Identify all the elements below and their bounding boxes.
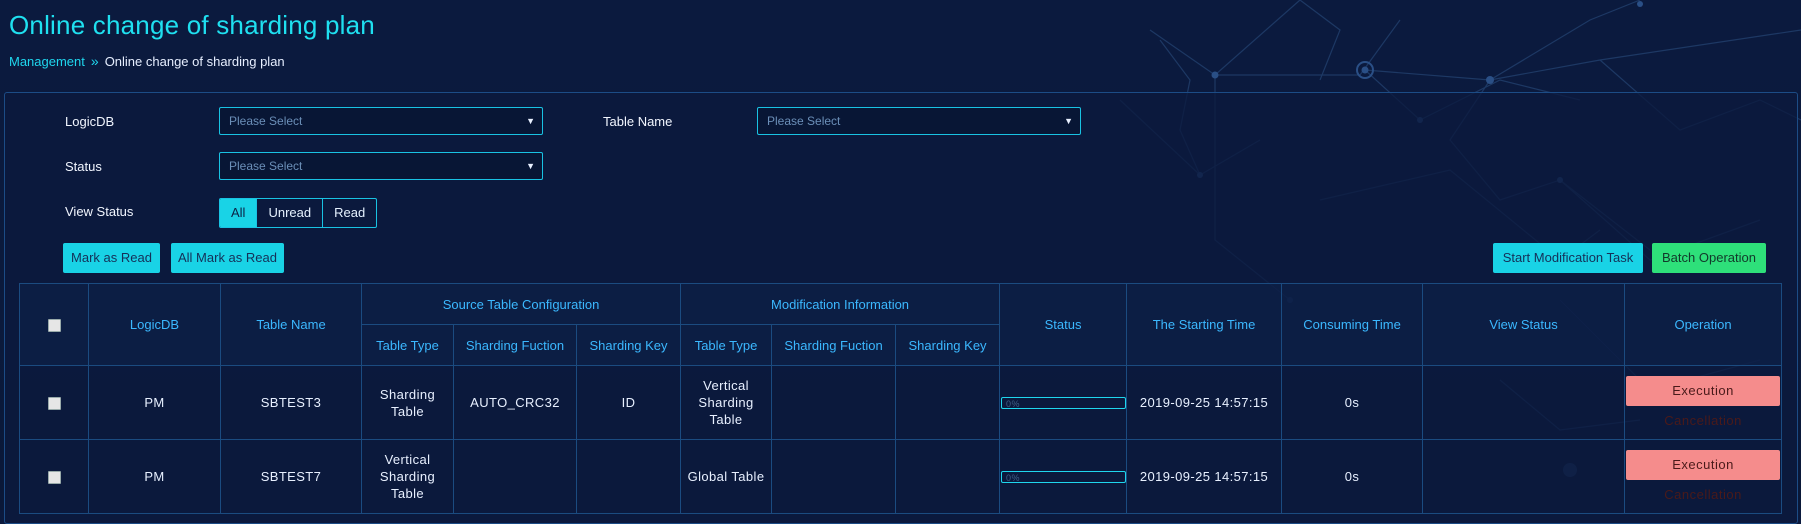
col-table-name: Table Name [220,283,362,366]
col-operation: Operation [1624,283,1782,366]
col-consuming-time: Consuming Time [1281,283,1424,366]
cell-logicdb: PM [88,365,221,440]
cell-view-status [1422,365,1626,440]
table-name-label: Table Name [603,114,673,129]
breadcrumb-management-link[interactable]: Management [9,54,85,69]
status-label: Status [65,159,102,174]
progress-bar: 0% [1001,470,1127,483]
col-src-sharding-fuction: Sharding Fuction [453,324,577,366]
cell-mod-table-type: Global Table [680,439,773,514]
view-status-toggle: All Unread Read [219,198,378,228]
view-status-unread[interactable]: Unread [257,199,324,227]
row-select-cell [19,365,89,440]
status-select-placeholder: Please Select [229,159,303,173]
col-logicdb: LogicDB [88,283,221,366]
view-status-all[interactable]: All [220,199,258,227]
cell-src-sharding-key [575,439,682,514]
cell-mod-sharding-fuction [771,365,897,440]
cell-src-table-type: Vertical Sharding Table [361,439,454,514]
all-mark-as-read-button[interactable]: All Mark as Read [171,243,284,273]
cell-table-name: SBTEST3 [220,365,362,440]
view-status-label: View Status [65,204,134,219]
col-src-sharding-key: Sharding Key [575,324,682,366]
select-all-checkbox[interactable] [47,319,61,333]
mark-as-read-button[interactable]: Mark as Read [63,243,160,273]
chevron-down-icon: ▼ [526,161,535,171]
cell-consuming-time: 0s [1281,439,1424,514]
breadcrumb: Management » Online change of sharding p… [9,53,285,69]
cell-table-name: SBTEST7 [220,439,362,514]
col-starting-time: The Starting Time [1126,283,1283,366]
col-mod-table-type: Table Type [680,324,773,366]
cell-starting-time: 2019-09-25 14:57:15 [1126,439,1283,514]
col-view-status: View Status [1422,283,1626,366]
cell-starting-time: 2019-09-25 14:57:15 [1126,365,1283,440]
select-all-header [19,283,89,366]
row-checkbox[interactable] [47,471,61,485]
row-select-cell [19,439,89,514]
logicdb-select-placeholder: Please Select [229,114,303,128]
row-checkbox[interactable] [47,397,61,411]
view-status-read[interactable]: Read [323,199,376,227]
breadcrumb-current: Online change of sharding plan [104,53,285,69]
col-mod-sharding-key: Sharding Key [895,324,1001,366]
cell-mod-sharding-key [895,439,1001,514]
cell-src-table-type: Sharding Table [361,365,454,440]
page-title: Online change of sharding plan [9,10,375,40]
table-name-select-placeholder: Please Select [767,114,841,128]
cell-mod-table-type: Vertical Sharding Table [680,365,773,440]
sharding-plan-table: LogicDB Table Name Source Table Configur… [19,283,1782,514]
cell-src-sharding-fuction: AUTO_CRC32 [453,365,577,440]
table-row: PM SBTEST3 Sharding Table AUTO_CRC32 ID … [19,365,1782,440]
col-status: Status [999,283,1128,366]
cell-operation: Execution Cancellation [1624,439,1782,514]
cell-view-status [1422,439,1626,514]
chevron-down-icon: ▼ [1064,116,1073,126]
col-group-modification: Modification Information [680,283,1001,325]
cell-operation: Execution Cancellation [1624,365,1782,440]
logicdb-select[interactable]: Please Select ▼ [219,107,543,135]
breadcrumb-separator: » [90,53,99,69]
progress-bar: 0% [1001,396,1127,409]
col-mod-sharding-fuction: Sharding Fuction [771,324,897,366]
cell-mod-sharding-key [895,365,1001,440]
table-row: PM SBTEST7 Vertical Sharding Table Globa… [19,439,1782,514]
status-select[interactable]: Please Select ▼ [219,152,543,180]
table-name-select[interactable]: Please Select ▼ [757,107,1081,135]
progress-text: 0% [1006,472,1020,483]
cell-logicdb: PM [88,439,221,514]
batch-operation-button[interactable]: Batch Operation [1652,243,1766,273]
cell-consuming-time: 0s [1281,365,1424,440]
cell-src-sharding-key: ID [575,365,682,440]
chevron-down-icon: ▼ [526,116,535,126]
col-src-table-type: Table Type [361,324,454,366]
cell-src-sharding-fuction [453,439,577,514]
cell-mod-sharding-fuction [771,439,897,514]
execution-cancellation-button[interactable]: Execution Cancellation [1626,376,1780,428]
logicdb-label: LogicDB [65,114,115,129]
start-modification-task-button[interactable]: Start Modification Task [1493,243,1643,273]
col-group-source: Source Table Configuration [360,283,682,325]
cell-status: 0% [999,365,1128,440]
execution-cancellation-button[interactable]: Execution Cancellation [1626,450,1780,502]
progress-text: 0% [1006,398,1020,409]
cell-status: 0% [999,439,1128,514]
